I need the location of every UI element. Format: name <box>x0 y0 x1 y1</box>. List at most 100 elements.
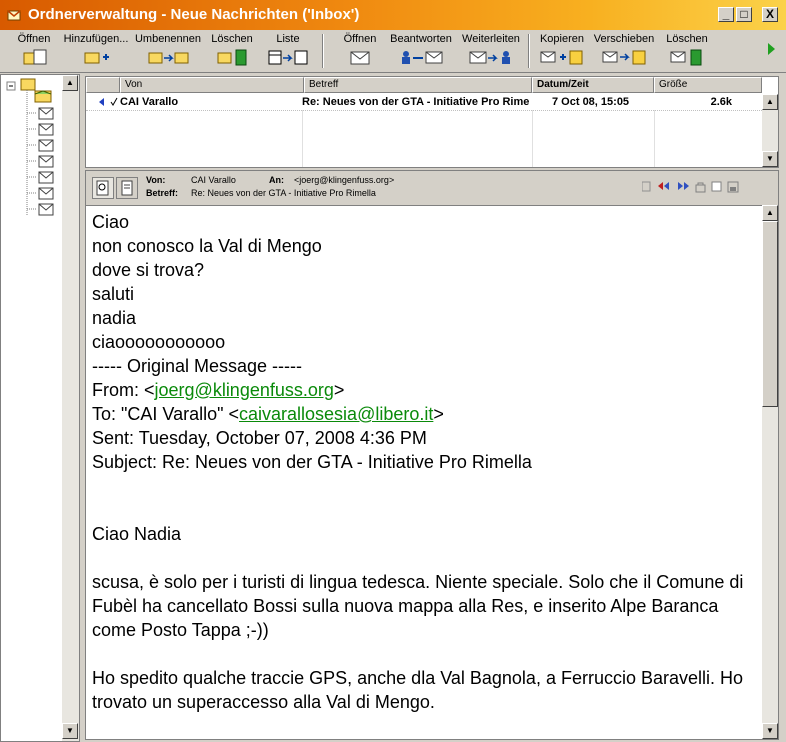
next-message-icon[interactable] <box>678 182 689 190</box>
open-folder-label: Öffnen <box>17 33 51 45</box>
title-bar: Ordnerverwaltung - Neue Nachrichten ('In… <box>0 0 786 30</box>
first-message-icon[interactable] <box>642 181 651 192</box>
window-title: Ordnerverwaltung - Neue Nachrichten ('In… <box>28 6 360 23</box>
to-label: An: <box>269 175 284 185</box>
message-body[interactable]: Ciao non conosco la Val di Mengo dove si… <box>86 205 762 739</box>
list-view-icon <box>268 50 308 65</box>
reply-button[interactable]: Beantworten <box>388 32 454 70</box>
mail-folder-icon[interactable] <box>27 107 55 121</box>
mail-folder-icon[interactable] <box>27 203 55 217</box>
mail-folder-icon[interactable] <box>27 155 55 169</box>
folder-open-icon <box>23 49 47 65</box>
move-button[interactable]: Verschieben <box>592 32 656 70</box>
quoted-from-line: From: <joerg@klingenfuss.org> <box>92 378 752 402</box>
body-line: saluti <box>92 284 135 304</box>
copy-button[interactable]: Kopieren <box>536 32 588 70</box>
from-value: CAI Varallo <box>191 175 236 185</box>
close-button[interactable]: X <box>762 7 778 22</box>
list-button[interactable]: Liste <box>262 32 314 70</box>
add-folder-button[interactable]: Hinzufügen... <box>62 32 130 70</box>
mail-folder-icon[interactable] <box>27 171 55 185</box>
body-line: dove si trova? <box>92 260 205 280</box>
open-message-button[interactable]: Öffnen <box>336 32 384 70</box>
open-folder-button[interactable]: Öffnen <box>14 32 54 70</box>
from-email-link[interactable]: joerg@klingenfuss.org <box>155 380 334 400</box>
scroll-up-icon[interactable]: ▲ <box>762 205 778 221</box>
folder-tree-scrollbar[interactable]: ▲ ▼ <box>62 75 79 741</box>
forward-button[interactable]: Weiterleiten <box>458 32 524 70</box>
scroll-up-icon[interactable]: ▲ <box>762 94 778 110</box>
toolbar-separator <box>528 34 530 68</box>
scrollbar-thumb[interactable] <box>762 221 778 407</box>
mail-folder-icon[interactable] <box>27 123 55 137</box>
preview-nav-icons <box>642 181 739 193</box>
row-date: 7 Oct 08, 15:05 <box>552 96 630 108</box>
column-divider <box>654 110 655 167</box>
delete-message-button[interactable]: Löschen <box>662 32 712 70</box>
quoted-to-line: To: "CAI Varallo" <caivarallosesia@liber… <box>92 402 752 426</box>
message-body-scrollbar[interactable]: ▲ ▼ <box>762 205 778 739</box>
column-divider <box>532 110 533 167</box>
body-line: nadia <box>92 308 137 328</box>
copy-icon <box>540 50 583 65</box>
delete-message-label: Löschen <box>666 33 708 45</box>
message-body-text: Ciao non conosco la Val di Mengo dove si… <box>92 210 752 714</box>
scroll-down-icon[interactable]: ▼ <box>762 723 778 739</box>
scroll-up-icon[interactable]: ▲ <box>62 75 78 91</box>
folder-rename-icon <box>148 52 189 64</box>
quoted-from-prefix: From: < <box>92 380 155 400</box>
copy-label: Kopieren <box>539 33 585 45</box>
checkbox-icon[interactable] <box>711 181 722 192</box>
mail-folder-icon[interactable] <box>27 187 55 201</box>
column-header-from[interactable]: Von <box>120 77 304 93</box>
folder-add-icon <box>84 52 109 64</box>
table-row[interactable]: CAI Varallo Re: Neues von der GTA - Init… <box>86 94 762 111</box>
forward-icon <box>469 51 510 64</box>
body-line: non conosco la Val di Mengo <box>92 236 322 256</box>
delete-folder-button[interactable]: Löschen <box>208 32 256 70</box>
add-folder-label: Hinzufügen... <box>63 33 129 45</box>
scroll-down-icon[interactable]: ▼ <box>62 723 78 739</box>
to-email-link[interactable]: caivarallosesia@libero.it <box>239 404 433 424</box>
column-divider <box>302 110 303 167</box>
subject-value: Re: Neues von der GTA - Initiative Pro R… <box>191 188 376 198</box>
message-preview: Von: CAI Varallo An: <joerg@klingenfuss.… <box>85 170 779 740</box>
toolbar-more-arrow-icon[interactable] <box>766 42 776 56</box>
maximize-button[interactable]: □ <box>736 7 752 22</box>
app-icon <box>7 10 21 21</box>
to-value: <joerg@klingenfuss.org> <box>294 175 395 185</box>
minimize-button[interactable]: _ <box>718 7 734 22</box>
column-header-subject[interactable]: Betreff <box>304 77 532 93</box>
save-icon[interactable] <box>727 181 739 193</box>
previous-message-icon[interactable] <box>658 182 669 190</box>
move-icon <box>602 50 646 65</box>
from-label: Von: <box>146 175 166 185</box>
body-line: Ciao <box>92 212 130 232</box>
message-list-scrollbar[interactable]: ▲ ▼ <box>762 94 778 167</box>
rename-folder-button[interactable]: Umbenennen <box>134 32 202 70</box>
scroll-down-icon[interactable]: ▼ <box>762 151 778 167</box>
move-label: Verschieben <box>593 33 655 45</box>
rename-folder-label: Umbenennen <box>134 33 202 45</box>
column-header-date[interactable]: Datum/Zeit <box>532 77 654 93</box>
body-line: ciaooooooooooo <box>92 332 226 352</box>
list-label: Liste <box>276 33 300 45</box>
lock-icon[interactable] <box>695 182 706 193</box>
row-subject: Re: Neues von der GTA - Initiative Pro R… <box>302 96 530 108</box>
attachment-view-icon[interactable] <box>116 177 138 199</box>
print-preview-icon[interactable] <box>92 177 114 199</box>
message-open-icon <box>350 51 370 65</box>
toolbar: Öffnen Hinzufügen... Umbenennen Löschen … <box>0 30 786 73</box>
reply-icon <box>402 51 443 64</box>
quoted-to-prefix: To: "CAI Varallo" < <box>92 404 240 424</box>
reply-status-icon <box>99 97 118 106</box>
mail-folder-icon[interactable] <box>27 139 55 153</box>
original-message-divider: ----- Original Message ----- <box>92 356 303 376</box>
column-header-size[interactable]: Größe <box>654 77 762 93</box>
inbox-folder-icon[interactable] <box>27 89 55 103</box>
column-header-flags[interactable] <box>86 77 120 93</box>
quoted-from-suffix: > <box>333 380 345 400</box>
